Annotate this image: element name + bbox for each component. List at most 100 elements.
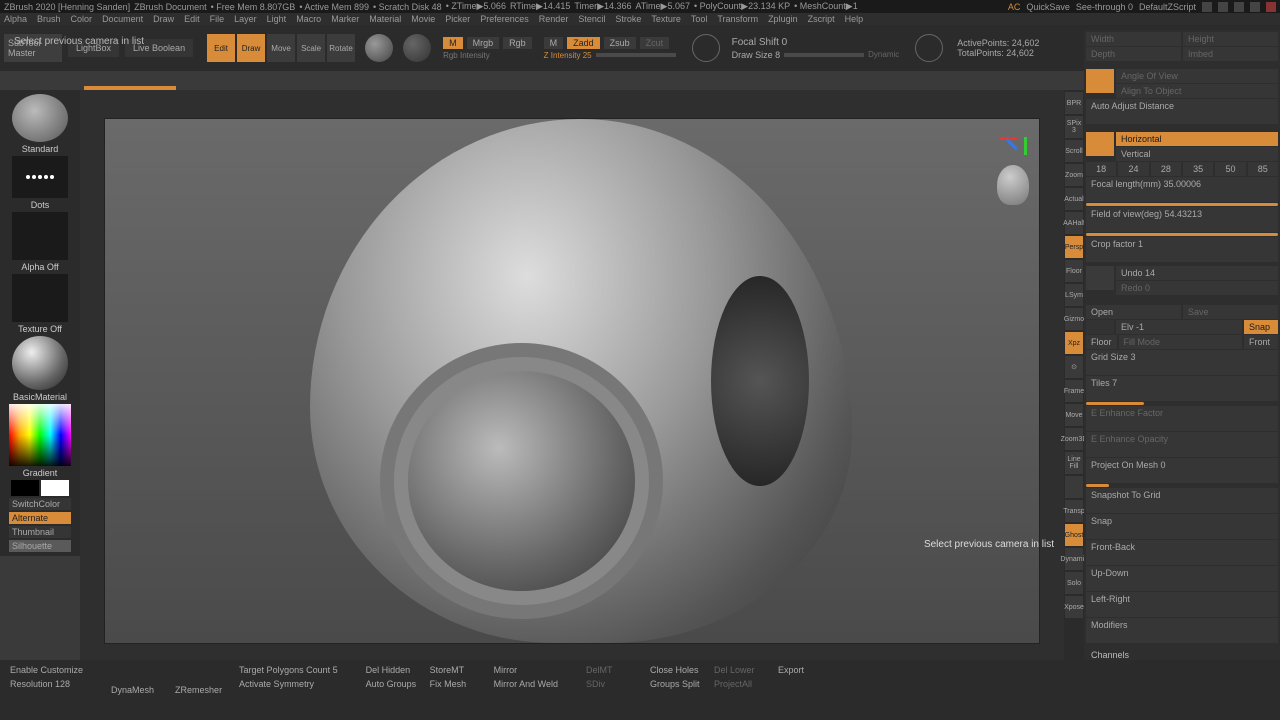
menu-color[interactable]: Color <box>71 14 93 24</box>
fov-preset-28[interactable]: 28 <box>1151 162 1181 176</box>
menu-alpha[interactable]: Alpha <box>4 14 27 24</box>
move-mode[interactable]: Move <box>267 34 295 62</box>
mrgb-toggle[interactable]: Mrgb <box>467 37 500 49</box>
edit-mode[interactable]: Edit <box>207 34 235 62</box>
nav-frame[interactable]: Frame <box>1065 380 1083 402</box>
nav-bpr[interactable]: BPR <box>1065 92 1083 114</box>
nav-floor[interactable]: Floor <box>1065 260 1083 282</box>
quicksave-button[interactable]: QuickSave <box>1026 2 1070 12</box>
secondary-color[interactable] <box>11 480 39 496</box>
nav-blank[interactable] <box>1065 476 1083 498</box>
camera-head-icon[interactable] <box>997 165 1029 205</box>
seethrough-slider[interactable]: See-through 0 <box>1076 2 1133 12</box>
default-zscript[interactable]: DefaultZScript <box>1139 2 1196 12</box>
menu-edit[interactable]: Edit <box>184 14 200 24</box>
window-layouts-icon[interactable] <box>1202 2 1212 12</box>
menu-zscript[interactable]: Zscript <box>808 14 835 24</box>
crop-factor[interactable]: Crop factor 1 <box>1086 237 1278 262</box>
rotate-mode[interactable]: Rotate <box>327 34 355 62</box>
sculpt-sphere[interactable] <box>403 34 431 62</box>
snapshot-to-grid[interactable]: Snapshot To Grid <box>1086 488 1278 513</box>
menu-help[interactable]: Help <box>845 14 864 24</box>
nav-zoom3d[interactable]: Zoom3D <box>1065 428 1083 450</box>
material-thumb[interactable] <box>12 336 68 390</box>
menu-render[interactable]: Render <box>539 14 569 24</box>
rgb-toggle[interactable]: Rgb <box>503 37 532 49</box>
menu-draw[interactable]: Draw <box>153 14 174 24</box>
texture-thumb[interactable] <box>12 274 68 322</box>
nav-lsym[interactable]: LSym <box>1065 284 1083 306</box>
floor-toggle-icon[interactable] <box>1086 320 1114 334</box>
thumbnail-button[interactable]: Thumbnail <box>9 526 71 538</box>
brush-thumb[interactable] <box>12 94 68 142</box>
primary-color[interactable] <box>41 480 69 496</box>
menu-material[interactable]: Material <box>369 14 401 24</box>
field-of-view[interactable]: Field of view(deg) 54.43213 <box>1086 207 1278 232</box>
menu-movie[interactable]: Movie <box>411 14 435 24</box>
switchcolor-button[interactable]: SwitchColor <box>9 498 71 510</box>
nav-ghost[interactable]: Ghost <box>1065 524 1083 546</box>
horizontal-button[interactable]: Horizontal <box>1116 132 1278 146</box>
m-toggle[interactable]: M <box>443 37 463 49</box>
menu-document[interactable]: Document <box>102 14 143 24</box>
menu-stroke[interactable]: Stroke <box>615 14 641 24</box>
color-picker[interactable] <box>9 404 71 466</box>
stroke-thumb[interactable] <box>12 156 68 198</box>
orientation-icon[interactable] <box>1086 132 1114 156</box>
menu-macro[interactable]: Macro <box>296 14 321 24</box>
nav-scroll[interactable]: Scroll <box>1065 140 1083 162</box>
zadd-toggle[interactable]: Zadd <box>567 37 600 49</box>
nav-linefill[interactable]: Line Fill <box>1065 452 1083 474</box>
zsub-toggle[interactable]: Zsub <box>604 37 636 49</box>
fov-preset-35[interactable]: 35 <box>1183 162 1213 176</box>
document-canvas[interactable] <box>104 118 1040 644</box>
alpha-thumb[interactable] <box>12 212 68 260</box>
close-icon[interactable] <box>1266 2 1276 12</box>
nav-spix3[interactable]: SPix 3 <box>1065 116 1083 138</box>
nav-dynamic[interactable]: Dynamic <box>1065 548 1083 570</box>
vertical-button[interactable]: Vertical <box>1116 147 1278 161</box>
nav-transp[interactable]: Transp <box>1065 500 1083 522</box>
draw-mode[interactable]: Draw <box>237 34 265 62</box>
alternate-button[interactable]: Alternate <box>9 512 71 524</box>
nav-solo[interactable]: Solo <box>1065 572 1083 594</box>
fov-preset-50[interactable]: 50 <box>1215 162 1245 176</box>
nav-aahalf[interactable]: AAHalf <box>1065 212 1083 234</box>
menu-preferences[interactable]: Preferences <box>480 14 529 24</box>
nav-xpz[interactable]: Xpz <box>1065 332 1083 354</box>
persp-icon[interactable] <box>1086 69 1114 93</box>
menus-icon[interactable] <box>1218 2 1228 12</box>
menu-stencil[interactable]: Stencil <box>578 14 605 24</box>
fov-preset-85[interactable]: 85 <box>1248 162 1278 176</box>
open-button[interactable]: Open <box>1086 305 1181 319</box>
menu-tool[interactable]: Tool <box>691 14 708 24</box>
menu-file[interactable]: File <box>210 14 225 24</box>
menu-zplugin[interactable]: Zplugin <box>768 14 798 24</box>
draw-mode-sphere[interactable] <box>365 34 393 62</box>
size-gyro-icon[interactable] <box>915 34 943 62</box>
menu-marker[interactable]: Marker <box>331 14 359 24</box>
nav-persp[interactable]: Persp <box>1065 236 1083 258</box>
nav-⊙[interactable]: ⊙ <box>1065 356 1083 378</box>
nav-gizmo[interactable]: Gizmo <box>1065 308 1083 330</box>
menu-light[interactable]: Light <box>267 14 287 24</box>
axis-gizmo[interactable] <box>999 129 1029 159</box>
silhouette-button[interactable]: Silhouette <box>9 540 71 552</box>
menu-picker[interactable]: Picker <box>445 14 470 24</box>
snap-button[interactable]: Snap <box>1244 320 1278 334</box>
focal-length[interactable]: Focal length(mm) 35.00006 <box>1086 177 1278 202</box>
menu-brush[interactable]: Brush <box>37 14 61 24</box>
maximize-icon[interactable] <box>1250 2 1260 12</box>
undo-icon[interactable] <box>1086 266 1114 290</box>
menu-layer[interactable]: Layer <box>234 14 257 24</box>
scale-mode[interactable]: Scale <box>297 34 325 62</box>
focal-gyro-icon[interactable] <box>692 34 720 62</box>
menu-texture[interactable]: Texture <box>651 14 681 24</box>
fov-preset-18[interactable]: 18 <box>1086 162 1116 176</box>
auto-adjust-distance[interactable]: Auto Adjust Distance <box>1086 99 1278 124</box>
minimize-icon[interactable] <box>1234 2 1244 12</box>
menu-transform[interactable]: Transform <box>717 14 758 24</box>
nav-xpose[interactable]: Xpose <box>1065 596 1083 618</box>
nav-actual[interactable]: Actual <box>1065 188 1083 210</box>
nav-zoom[interactable]: Zoom <box>1065 164 1083 186</box>
